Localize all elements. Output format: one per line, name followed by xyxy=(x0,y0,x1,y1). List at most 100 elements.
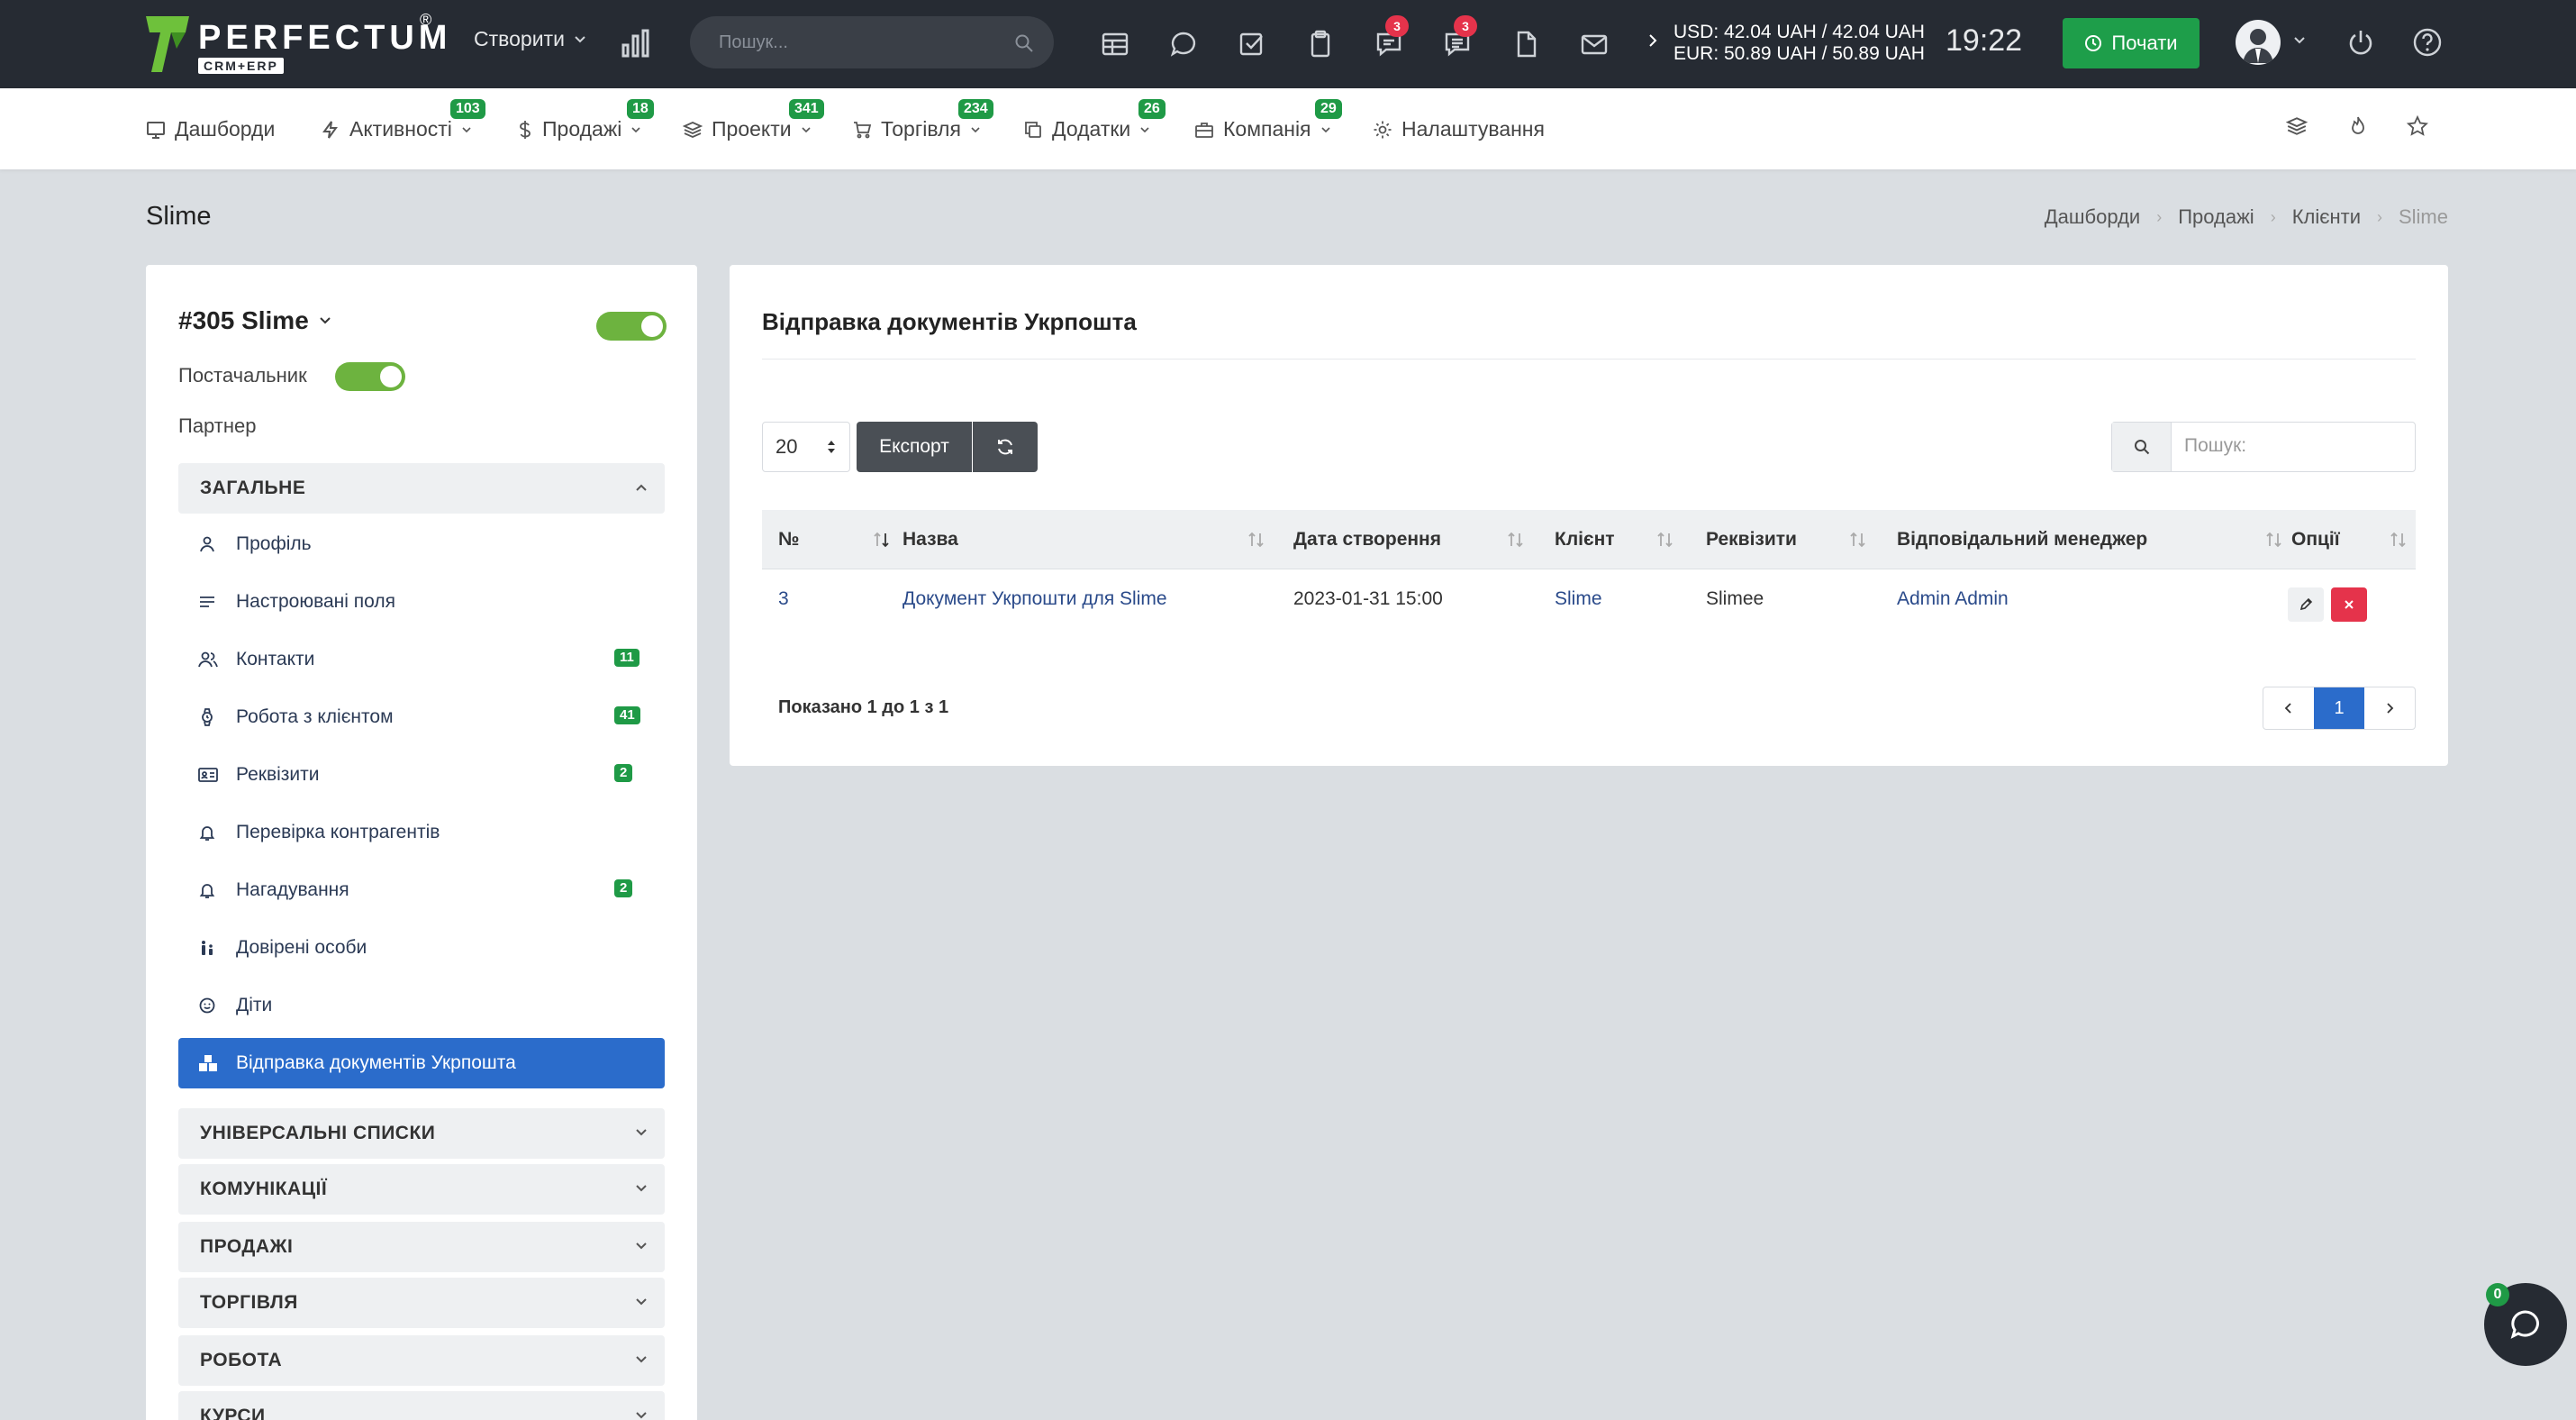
section-label: ПРОДАЖІ xyxy=(200,1236,294,1257)
chevron-right-icon xyxy=(2384,702,2395,715)
breadcrumb-link[interactable]: Продажі xyxy=(2178,205,2254,229)
client-sidebar: #305 Slime Постачальник Партнер ЗАГАЛЬНЕ… xyxy=(146,265,697,1420)
refresh-button[interactable] xyxy=(973,422,1038,472)
search-icon xyxy=(2112,423,2172,471)
start-timer-button[interactable]: Почати xyxy=(2063,18,2200,68)
menu-ukrposhta[interactable]: Відправка документів Укрпошта xyxy=(178,1038,665,1088)
logo[interactable]: PERFECTUM CRM+ERP ® xyxy=(144,11,452,75)
breadcrumb-link[interactable]: Дашборди xyxy=(2045,205,2140,229)
chevron-down-icon[interactable] xyxy=(2293,34,2306,47)
help-icon[interactable] xyxy=(2412,27,2443,58)
task-check-icon[interactable] xyxy=(1232,24,1272,64)
table-search[interactable] xyxy=(2111,422,2416,472)
nav-dashboards[interactable]: Дашборди xyxy=(146,117,275,141)
messages-icon[interactable]: 3 xyxy=(1438,15,1477,64)
power-icon[interactable] xyxy=(2345,27,2376,58)
section-label: КУРСИ xyxy=(200,1406,266,1420)
page-length-select[interactable]: 20 xyxy=(762,422,850,472)
global-search-input[interactable] xyxy=(719,32,989,53)
nav-label: Проекти xyxy=(712,117,792,141)
menu-requisites[interactable]: Реквізити 2 xyxy=(178,750,665,800)
chevron-right-icon[interactable] xyxy=(1646,32,1659,49)
col-name[interactable]: Назва xyxy=(903,510,1281,569)
menu-counterparty-check[interactable]: Перевірка контрагентів xyxy=(178,807,665,858)
menu-label: Профіль xyxy=(236,533,312,554)
menu-children[interactable]: Діти xyxy=(178,980,665,1031)
section-label: РОБОТА xyxy=(200,1350,283,1370)
currency-usd: USD: 42.04 UAH / 42.04 UAH xyxy=(1673,22,1925,42)
breadcrumb-link[interactable]: Клієнти xyxy=(2292,205,2361,229)
export-button[interactable]: Експорт xyxy=(857,422,972,472)
section-work-header[interactable]: РОБОТА xyxy=(178,1335,665,1386)
bar-chart-icon[interactable] xyxy=(618,25,654,61)
page-button-current[interactable]: 1 xyxy=(2314,687,2364,729)
supplier-toggle[interactable] xyxy=(335,362,405,391)
cell-client[interactable]: Slime xyxy=(1555,569,1602,629)
next-page-button[interactable] xyxy=(2364,687,2415,729)
fire-icon[interactable] xyxy=(2347,115,2369,137)
client-title-dropdown[interactable]: #305 Slime xyxy=(178,306,332,335)
mail-icon[interactable] xyxy=(1574,24,1614,64)
prev-page-button[interactable] xyxy=(2263,687,2314,729)
col-client[interactable]: Клієнт xyxy=(1555,510,1699,569)
nav-addons[interactable]: Додатки 26 xyxy=(1023,99,1166,141)
global-search[interactable] xyxy=(690,16,1054,68)
col-number[interactable]: № xyxy=(778,510,904,569)
section-trade-header[interactable]: ТОРГІВЛЯ xyxy=(178,1278,665,1328)
menu-profile[interactable]: Профіль xyxy=(178,519,665,569)
col-label: Реквізити xyxy=(1706,529,1797,550)
star-icon[interactable] xyxy=(2407,115,2428,137)
section-courses-header[interactable]: КУРСИ xyxy=(178,1391,665,1420)
sort-icon xyxy=(1848,531,1868,549)
cell-manager[interactable]: Admin Admin xyxy=(1897,569,2009,629)
col-manager[interactable]: Відповідальний менеджер xyxy=(1897,510,2302,569)
section-label: КОМУНІКАЦІЇ xyxy=(200,1179,328,1199)
col-options[interactable]: Опції xyxy=(2291,510,2408,569)
nav-projects[interactable]: Проекти 341 xyxy=(683,99,824,141)
pagination: 1 xyxy=(2263,687,2416,730)
menu-client-work[interactable]: Робота з клієнтом 41 xyxy=(178,692,665,742)
lightning-icon xyxy=(321,120,340,140)
top-bar: PERFECTUM CRM+ERP ® Створити 3 3 USD: 42… xyxy=(0,0,2576,88)
menu-label: Перевірка контрагентів xyxy=(236,822,440,842)
copy-icon xyxy=(1023,120,1043,140)
nav-activities[interactable]: Активності 103 xyxy=(321,99,485,141)
menu-reminders[interactable]: Нагадування 2 xyxy=(178,865,665,915)
partner-label[interactable]: Партнер xyxy=(178,414,257,438)
table-search-input[interactable] xyxy=(2184,435,2400,457)
menu-custom-fields[interactable]: Настроювані поля xyxy=(178,577,665,627)
avatar[interactable] xyxy=(2236,20,2281,65)
col-created-date[interactable]: Дата створення xyxy=(1293,510,1555,569)
nav-trade[interactable]: Торгівля 234 xyxy=(852,99,993,141)
chevron-down-icon xyxy=(634,1181,649,1196)
gear-icon xyxy=(1373,120,1392,140)
cell-number[interactable]: 3 xyxy=(778,569,789,629)
layers-icon[interactable] xyxy=(2286,115,2308,137)
table-icon[interactable] xyxy=(1095,24,1135,64)
comments-icon[interactable]: 3 xyxy=(1369,15,1409,64)
menu-trusted-persons[interactable]: Довірені особи xyxy=(178,923,665,973)
cell-name[interactable]: Документ Укрпошти для Slime xyxy=(903,569,1167,629)
create-menu-button[interactable]: Створити xyxy=(474,27,586,51)
edit-button[interactable] xyxy=(2288,587,2324,622)
nav-sales[interactable]: Продажі 18 xyxy=(517,99,654,141)
delete-button[interactable] xyxy=(2331,587,2367,622)
clipboard-icon[interactable] xyxy=(1301,24,1340,64)
logo-word: PERFECTUM xyxy=(198,19,452,57)
section-sales-header[interactable]: ПРОДАЖІ xyxy=(178,1222,665,1272)
menu-contacts[interactable]: Контакти 11 xyxy=(178,634,665,685)
sort-desc-icon xyxy=(872,531,892,549)
nav-label: Налаштування xyxy=(1401,117,1545,141)
section-universal-lists-header[interactable]: УНІВЕРСАЛЬНІ СПИСКИ xyxy=(178,1108,665,1159)
search-icon[interactable] xyxy=(1014,33,1034,53)
nav-settings[interactable]: Налаштування xyxy=(1373,117,1545,141)
nav-company[interactable]: Компанія 29 xyxy=(1194,99,1342,141)
nav-badge: 29 xyxy=(1315,99,1342,119)
section-general-header[interactable]: ЗАГАЛЬНЕ xyxy=(178,463,665,514)
section-communications-header[interactable]: КОМУНІКАЦІЇ xyxy=(178,1164,665,1215)
chevron-down-icon xyxy=(801,124,812,135)
col-requisites[interactable]: Реквізити xyxy=(1706,510,1895,569)
client-active-toggle[interactable] xyxy=(596,312,667,341)
chat-bubble-icon[interactable] xyxy=(1164,24,1203,64)
document-icon[interactable] xyxy=(1506,24,1546,64)
